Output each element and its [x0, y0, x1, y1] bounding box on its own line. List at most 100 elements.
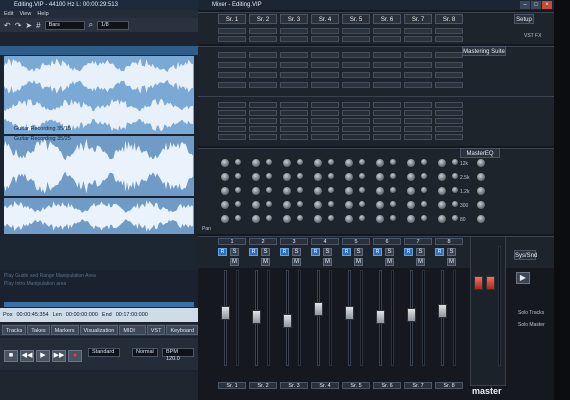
master-eq-knob[interactable]	[476, 172, 486, 182]
aux-slot[interactable]	[404, 36, 432, 42]
track-guitar-1b[interactable]: Guitar Recording 35/15	[4, 96, 194, 134]
eq-knob[interactable]	[344, 200, 354, 210]
tab-keyboard[interactable]: Keyboard	[166, 325, 198, 335]
plugin-slot[interactable]	[373, 110, 401, 116]
syssound-button[interactable]: Sys/Snd	[514, 250, 537, 260]
solo-button[interactable]: S	[447, 248, 456, 256]
plugin-slot[interactable]	[218, 126, 246, 132]
gain-knob[interactable]	[296, 172, 304, 180]
eq-knob[interactable]	[313, 158, 323, 168]
eq-knob[interactable]	[375, 158, 385, 168]
aux-slot[interactable]	[311, 28, 339, 34]
eq-knob[interactable]	[437, 172, 447, 182]
eq-knob[interactable]	[344, 214, 354, 224]
gain-knob[interactable]	[265, 200, 273, 208]
gain-knob[interactable]	[327, 200, 335, 208]
mute-button[interactable]: M	[354, 258, 363, 266]
gain-knob[interactable]	[234, 158, 242, 166]
gain-knob[interactable]	[296, 158, 304, 166]
eq-knob[interactable]	[313, 186, 323, 196]
fx-slot[interactable]	[311, 52, 339, 58]
plugin-slot[interactable]	[280, 126, 308, 132]
plugin-slot[interactable]	[311, 134, 339, 140]
plugin-slot[interactable]	[280, 118, 308, 124]
plugin-slot[interactable]	[249, 126, 277, 132]
gain-knob[interactable]	[234, 200, 242, 208]
record-arm-button[interactable]: R	[249, 248, 258, 256]
channel-name-bottom[interactable]: Sr. 4	[311, 382, 339, 389]
eq-knob[interactable]	[406, 214, 416, 224]
aux-slot[interactable]	[342, 36, 370, 42]
eq-knob[interactable]	[282, 200, 292, 210]
eq-knob[interactable]	[220, 172, 230, 182]
aux-slot[interactable]	[342, 28, 370, 34]
gain-knob[interactable]	[234, 172, 242, 180]
aux-slot[interactable]	[404, 28, 432, 34]
cursor-icon[interactable]: ➤	[25, 21, 32, 30]
fx-slot[interactable]	[404, 72, 432, 78]
master-fader-left[interactable]	[474, 276, 483, 290]
solo-button[interactable]: S	[261, 248, 270, 256]
gain-knob[interactable]	[451, 200, 459, 208]
volume-fader[interactable]	[407, 308, 416, 322]
record-button[interactable]: ●	[68, 350, 82, 362]
aux-slot[interactable]	[373, 28, 401, 34]
plugin-slot[interactable]	[218, 110, 246, 116]
eq-knob[interactable]	[282, 186, 292, 196]
channel-name-bottom[interactable]: Sr. 3	[280, 382, 308, 389]
record-arm-button[interactable]: R	[280, 248, 289, 256]
fx-slot[interactable]	[218, 62, 246, 68]
eq-knob[interactable]	[282, 172, 292, 182]
plugin-slot[interactable]	[404, 102, 432, 108]
gain-knob[interactable]	[389, 186, 397, 194]
aux-slot[interactable]	[435, 28, 463, 34]
tab-tracks[interactable]: Tracks	[2, 325, 27, 335]
eq-knob[interactable]	[406, 186, 416, 196]
mute-button[interactable]: M	[230, 258, 239, 266]
master-eq-knob[interactable]	[476, 158, 486, 168]
gain-knob[interactable]	[451, 186, 459, 194]
gain-knob[interactable]	[327, 186, 335, 194]
master-fader-right[interactable]	[486, 276, 495, 290]
fx-slot[interactable]	[280, 72, 308, 78]
eq-knob[interactable]	[313, 200, 323, 210]
aux-slot[interactable]	[218, 28, 246, 34]
plugin-slot[interactable]	[218, 118, 246, 124]
stop-button[interactable]: ■	[4, 350, 18, 362]
track-guitar-1[interactable]	[4, 56, 194, 96]
channel-name-bottom[interactable]: Sr. 8	[435, 382, 463, 389]
channel-name-top[interactable]: Sr. 3	[280, 14, 308, 24]
fx-slot[interactable]	[280, 52, 308, 58]
channel-name-bottom[interactable]: Sr. 5	[342, 382, 370, 389]
plugin-slot[interactable]	[342, 110, 370, 116]
record-arm-button[interactable]: R	[218, 248, 227, 256]
gain-knob[interactable]	[420, 158, 428, 166]
plugin-slot[interactable]	[311, 110, 339, 116]
gain-knob[interactable]	[265, 158, 273, 166]
plugin-slot[interactable]	[435, 134, 463, 140]
gain-knob[interactable]	[327, 158, 335, 166]
tab-markers[interactable]: Markers	[50, 325, 79, 335]
channel-name-bottom[interactable]: Sr. 1	[218, 382, 246, 389]
gain-knob[interactable]	[234, 186, 242, 194]
channel-name-top[interactable]: Sr. 1	[218, 14, 246, 24]
snap-select[interactable]: 1/8	[97, 20, 130, 30]
eq-knob[interactable]	[220, 186, 230, 196]
volume-fader[interactable]	[345, 306, 354, 320]
gain-knob[interactable]	[451, 172, 459, 180]
plugin-slot[interactable]	[311, 102, 339, 108]
close-button[interactable]: ×	[542, 1, 552, 9]
gain-knob[interactable]	[389, 158, 397, 166]
gain-knob[interactable]	[420, 172, 428, 180]
track-guitar-3[interactable]	[4, 198, 194, 234]
plugin-slot[interactable]	[342, 118, 370, 124]
gain-knob[interactable]	[420, 200, 428, 208]
gain-knob[interactable]	[358, 214, 366, 222]
gain-knob[interactable]	[265, 186, 273, 194]
horizontal-scrollbar[interactable]	[4, 302, 194, 307]
volume-fader[interactable]	[314, 302, 323, 316]
gain-knob[interactable]	[389, 172, 397, 180]
aux-slot[interactable]	[280, 36, 308, 42]
fx-slot[interactable]	[373, 52, 401, 58]
plugin-slot[interactable]	[311, 118, 339, 124]
